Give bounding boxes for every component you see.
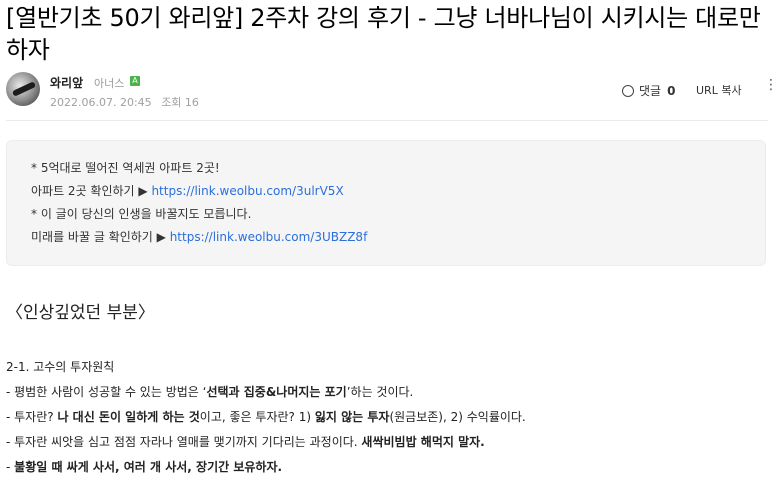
text: - 투자란 씨앗을 심고 점점 자라나 열매를 맺기까지 기다리는 과정이다. [6,435,362,449]
emphasis: 새싹비빔밥 해먹지 말자. [361,435,485,449]
ad-line-4-label: 미래를 바꿀 글 확인하기 ▶ [31,230,170,244]
comment-count: 0 [667,83,676,98]
text: - 투자란? [6,410,58,424]
emphasis: 불황일 때 싸게 사서, 여러 개 사서, 장기간 보유하자. [14,460,283,474]
post-title: [열반기초 50기 와리앞] 2주차 강의 후기 - 그냥 너바나님이 시키시는… [6,4,761,64]
content-line: - 투자란 씨앗을 심고 점점 자라나 열매를 맺기까지 기다리는 과정이다. … [6,430,771,455]
ad-line-3: * 이 글이 당신의 인생을 바꿀지도 모릅니다. [31,207,252,221]
ad-link-apartments[interactable]: https://link.weolbu.com/3ulrV5X [151,184,343,198]
content-line: - 불황일 때 싸게 사서, 여러 개 사서, 장기간 보유하자. [6,455,771,480]
text: 이고, 좋은 투자란? 1) [199,410,315,424]
post-body: 2-1. 고수의 투자원칙 - 평범한 사람이 성공할 수 있는 방법은 ‘선택… [6,355,771,480]
content-line: - 평범한 사람이 성공할 수 있는 방법은 ‘선택과 집중&나머지는 포기’하… [6,380,771,405]
grade-badge-icon: A [130,76,140,86]
emphasis: 나 대신 돈이 일하게 하는 것 [57,410,200,424]
author-name[interactable]: 와리앞 [50,74,83,91]
ad-line-4: 미래를 바꿀 글 확인하기 ▶ https://link.weolbu.com/… [31,226,741,249]
ad-box: * 5억대로 떨어진 역세권 아파트 2곳! 아파트 2곳 확인하기 ▶ htt… [6,140,766,266]
post-meta: 2022.06.07. 20:45 조회 16 [50,94,205,110]
text: - 평범한 사람이 성공할 수 있는 방법은 ‘ [6,385,207,399]
section-heading: 〈인상깊었던 부분〉 [6,303,155,323]
text: - [6,460,15,474]
divider [6,120,768,121]
author-info: 와리앞 아너스 A 2022.06.07. 20:45 조회 16 댓글 0 U… [6,72,773,112]
content-subheading: 2-1. 고수의 투자원칙 [6,360,115,374]
text: (원금보존), 2) 수익률이다. [389,410,526,424]
url-copy-button[interactable]: URL 복사 [696,82,742,98]
author-grade: 아너스 [94,77,125,90]
post-date: 2022.06.07. 20:45 [50,96,152,109]
comment-icon [622,84,634,97]
view-count: 조회 16 [161,96,199,109]
comment-button[interactable]: 댓글 0 [622,82,675,99]
more-options-icon[interactable]: ⋮ [764,78,773,92]
ad-line-2: 아파트 2곳 확인하기 ▶ https://link.weolbu.com/3u… [31,180,741,203]
ad-link-future[interactable]: https://link.weolbu.com/3UBZZ8f [170,230,368,244]
avatar[interactable] [6,72,40,106]
ad-line-2-label: 아파트 2곳 확인하기 ▶ [31,184,152,198]
ad-line-1: * 5억대로 떨어진 역세권 아파트 2곳! [31,161,220,175]
emphasis: 선택과 집중&나머지는 포기 [206,385,347,399]
comment-label: 댓글 [639,84,662,98]
emphasis: 잃지 않는 투자 [314,410,390,424]
text: ’하는 것이다. [346,385,414,399]
content-line: - 투자란? 나 대신 돈이 일하게 하는 것이고, 좋은 투자란? 1) 잃지… [6,405,771,430]
